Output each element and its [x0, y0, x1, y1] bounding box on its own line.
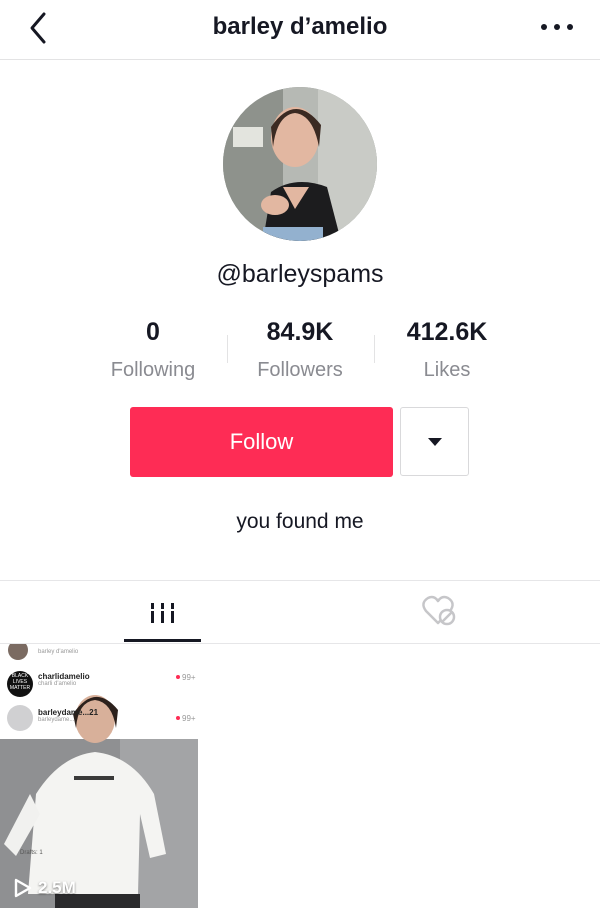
- thumb-badge-3: 99+: [182, 714, 196, 723]
- top-nav-bar: barley d’amelio: [0, 0, 600, 60]
- thumb-drafts: Drafts: 1: [20, 850, 43, 856]
- profile-bio: you found me: [236, 510, 364, 533]
- thumb-row-3: barleydame...21 barleydame...: [38, 708, 99, 723]
- thumb-blm-text: BLACK LIVES MATTER: [9, 673, 31, 691]
- follow-button[interactable]: Follow: [130, 407, 393, 477]
- avatar-photo: [223, 87, 377, 241]
- active-tab-indicator: [124, 639, 201, 642]
- thumb-row-1: barley d'amelio: [38, 649, 79, 655]
- tab-liked[interactable]: [400, 581, 477, 644]
- tab-videos[interactable]: [124, 581, 201, 644]
- thumb-badge-2: 99+: [182, 673, 196, 682]
- likes-label: Likes: [423, 359, 471, 381]
- views-text: 2.5M: [38, 878, 76, 897]
- liked-hidden-icon: [422, 595, 456, 626]
- profile-tab-bar: [0, 580, 600, 644]
- suggested-accounts-button[interactable]: [400, 407, 469, 476]
- page-title: barley d’amelio: [212, 13, 388, 40]
- play-icon: [14, 878, 32, 898]
- more-options-icon[interactable]: [540, 20, 574, 34]
- video-thumbnail[interactable]: barley d'amelio charlidamelio charli d'a…: [0, 644, 198, 908]
- stat-likes: 412.6K Likes: [357, 318, 537, 382]
- videos-grid-icon: [148, 603, 177, 623]
- video-view-count: 2.5M: [14, 878, 76, 898]
- username-handle: @barleyspams: [216, 260, 384, 288]
- caret-down-icon: [427, 437, 442, 446]
- thumb-row-2: charlidamelio charli d'amelio: [38, 672, 90, 687]
- profile-avatar[interactable]: [223, 87, 377, 241]
- likes-count: 412.6K: [406, 318, 488, 346]
